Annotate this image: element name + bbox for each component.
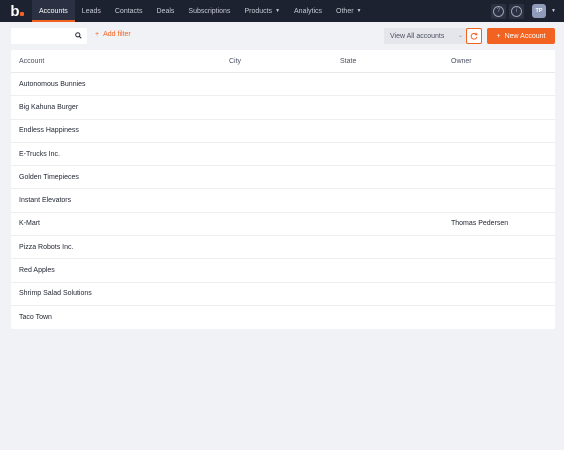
nav-item-label: Deals bbox=[156, 7, 175, 15]
table-row[interactable]: Big Kahuna Burger bbox=[11, 96, 555, 120]
account-name-cell[interactable]: Endless Happiness bbox=[11, 127, 222, 134]
nav-item-deals[interactable]: Deals bbox=[150, 0, 182, 22]
column-header-owner[interactable]: Owner bbox=[444, 58, 555, 65]
top-navigation-bar: b Accounts Leads Contacts Deals Subscription… bbox=[0, 0, 564, 22]
plus-icon: + bbox=[496, 32, 501, 40]
table-row[interactable]: Instant Elevators bbox=[11, 189, 555, 213]
nav-item-analytics[interactable]: Analytics bbox=[287, 0, 329, 22]
table-body: Autonomous Bunnies Big Kahuna Burger Endle… bbox=[11, 73, 555, 329]
account-name-cell[interactable]: Instant Elevators bbox=[11, 197, 222, 204]
table-row[interactable]: E-Trucks Inc. bbox=[11, 143, 555, 167]
table-row[interactable]: Golden Timepieces bbox=[11, 166, 555, 190]
table-header: Account City State Owner bbox=[11, 50, 555, 73]
column-header-city[interactable]: City bbox=[222, 58, 333, 65]
user-avatar[interactable]: TP bbox=[532, 4, 547, 18]
nav-item-label: Products bbox=[244, 7, 273, 15]
chevron-down-icon: ⌄ bbox=[457, 33, 463, 39]
account-name-cell[interactable]: Taco Town bbox=[11, 314, 222, 321]
account-name-cell[interactable]: Autonomous Bunnies bbox=[11, 81, 222, 88]
account-name-cell[interactable]: Red Apples bbox=[11, 267, 222, 274]
table-row[interactable]: Autonomous Bunnies bbox=[11, 73, 555, 97]
help-button[interactable]: ? bbox=[491, 3, 507, 19]
info-circle-icon: i bbox=[511, 5, 523, 17]
table-row[interactable]: Pizza Robots Inc. bbox=[11, 236, 555, 260]
nav-item-label: Contacts bbox=[114, 7, 143, 15]
nav-item-contacts[interactable]: Contacts bbox=[108, 0, 150, 22]
account-name-cell[interactable]: Big Kahuna Burger bbox=[11, 104, 222, 111]
account-name-cell[interactable]: Shrimp Salad Solutions bbox=[11, 290, 222, 297]
column-header-state[interactable]: State bbox=[333, 58, 444, 65]
nav-item-subscriptions[interactable]: Subscriptions bbox=[181, 0, 237, 22]
table-row[interactable]: Taco Town bbox=[11, 306, 555, 329]
table-row[interactable]: Red Apples bbox=[11, 259, 555, 283]
main-nav: Accounts Leads Contacts Deals Subscriptions P… bbox=[32, 0, 369, 22]
refresh-button[interactable] bbox=[466, 28, 482, 44]
accounts-table: Account City State Owner Autonomous Bunnies… bbox=[11, 50, 555, 330]
search-field[interactable] bbox=[11, 28, 87, 44]
new-account-label: New Account bbox=[504, 32, 546, 40]
nav-item-label: Other bbox=[336, 7, 354, 15]
search-icon bbox=[75, 32, 82, 39]
table-row[interactable]: K-Mart Thomas Pedersen bbox=[11, 213, 555, 237]
nav-item-leads[interactable]: Leads bbox=[75, 0, 108, 22]
top-right-controls: ? i TP ▼ bbox=[491, 0, 556, 22]
logo-dot bbox=[20, 12, 24, 16]
view-selector-value: View All accounts bbox=[390, 32, 445, 40]
add-filter-label: Add filter bbox=[103, 31, 131, 38]
add-filter-button[interactable]: + Add filter bbox=[95, 31, 131, 38]
account-name-cell[interactable]: K-Mart bbox=[11, 220, 222, 227]
nav-item-label: Subscriptions bbox=[188, 7, 231, 15]
chevron-down-icon[interactable]: ▼ bbox=[551, 8, 556, 14]
logo-letter: b bbox=[10, 2, 20, 20]
account-name-cell[interactable]: E-Trucks Inc. bbox=[11, 151, 222, 158]
plus-icon: + bbox=[95, 31, 100, 38]
list-toolbar: + Add filter View All accounts ⌄ + New A… bbox=[11, 28, 555, 45]
column-header-account[interactable]: Account bbox=[11, 58, 222, 65]
chevron-down-icon: ▼ bbox=[356, 8, 362, 14]
nav-item-products[interactable]: Products ▼ bbox=[237, 0, 287, 22]
table-cell: Thomas Pedersen bbox=[451, 220, 509, 228]
nav-item-accounts[interactable]: Accounts bbox=[32, 0, 75, 22]
view-selector[interactable]: View All accounts ⌄ bbox=[384, 28, 470, 44]
new-account-button[interactable]: + New Account bbox=[487, 28, 555, 44]
question-circle-icon: ? bbox=[493, 5, 505, 17]
table-row[interactable]: Shrimp Salad Solutions bbox=[11, 283, 555, 306]
nav-item-label: Analytics bbox=[294, 7, 323, 15]
chevron-down-icon: ▼ bbox=[275, 8, 281, 14]
info-button[interactable]: i bbox=[509, 3, 525, 19]
refresh-icon bbox=[470, 32, 478, 40]
brand-logo[interactable]: b bbox=[0, 0, 30, 22]
account-name-cell[interactable]: Pizza Robots Inc. bbox=[11, 244, 222, 251]
nav-item-label: Accounts bbox=[39, 7, 68, 15]
table-row[interactable]: Endless Happiness bbox=[11, 120, 555, 143]
nav-item-label: Leads bbox=[81, 7, 101, 15]
nav-item-other[interactable]: Other ▼ bbox=[329, 0, 368, 22]
account-name-cell[interactable]: Golden Timepieces bbox=[11, 174, 222, 181]
